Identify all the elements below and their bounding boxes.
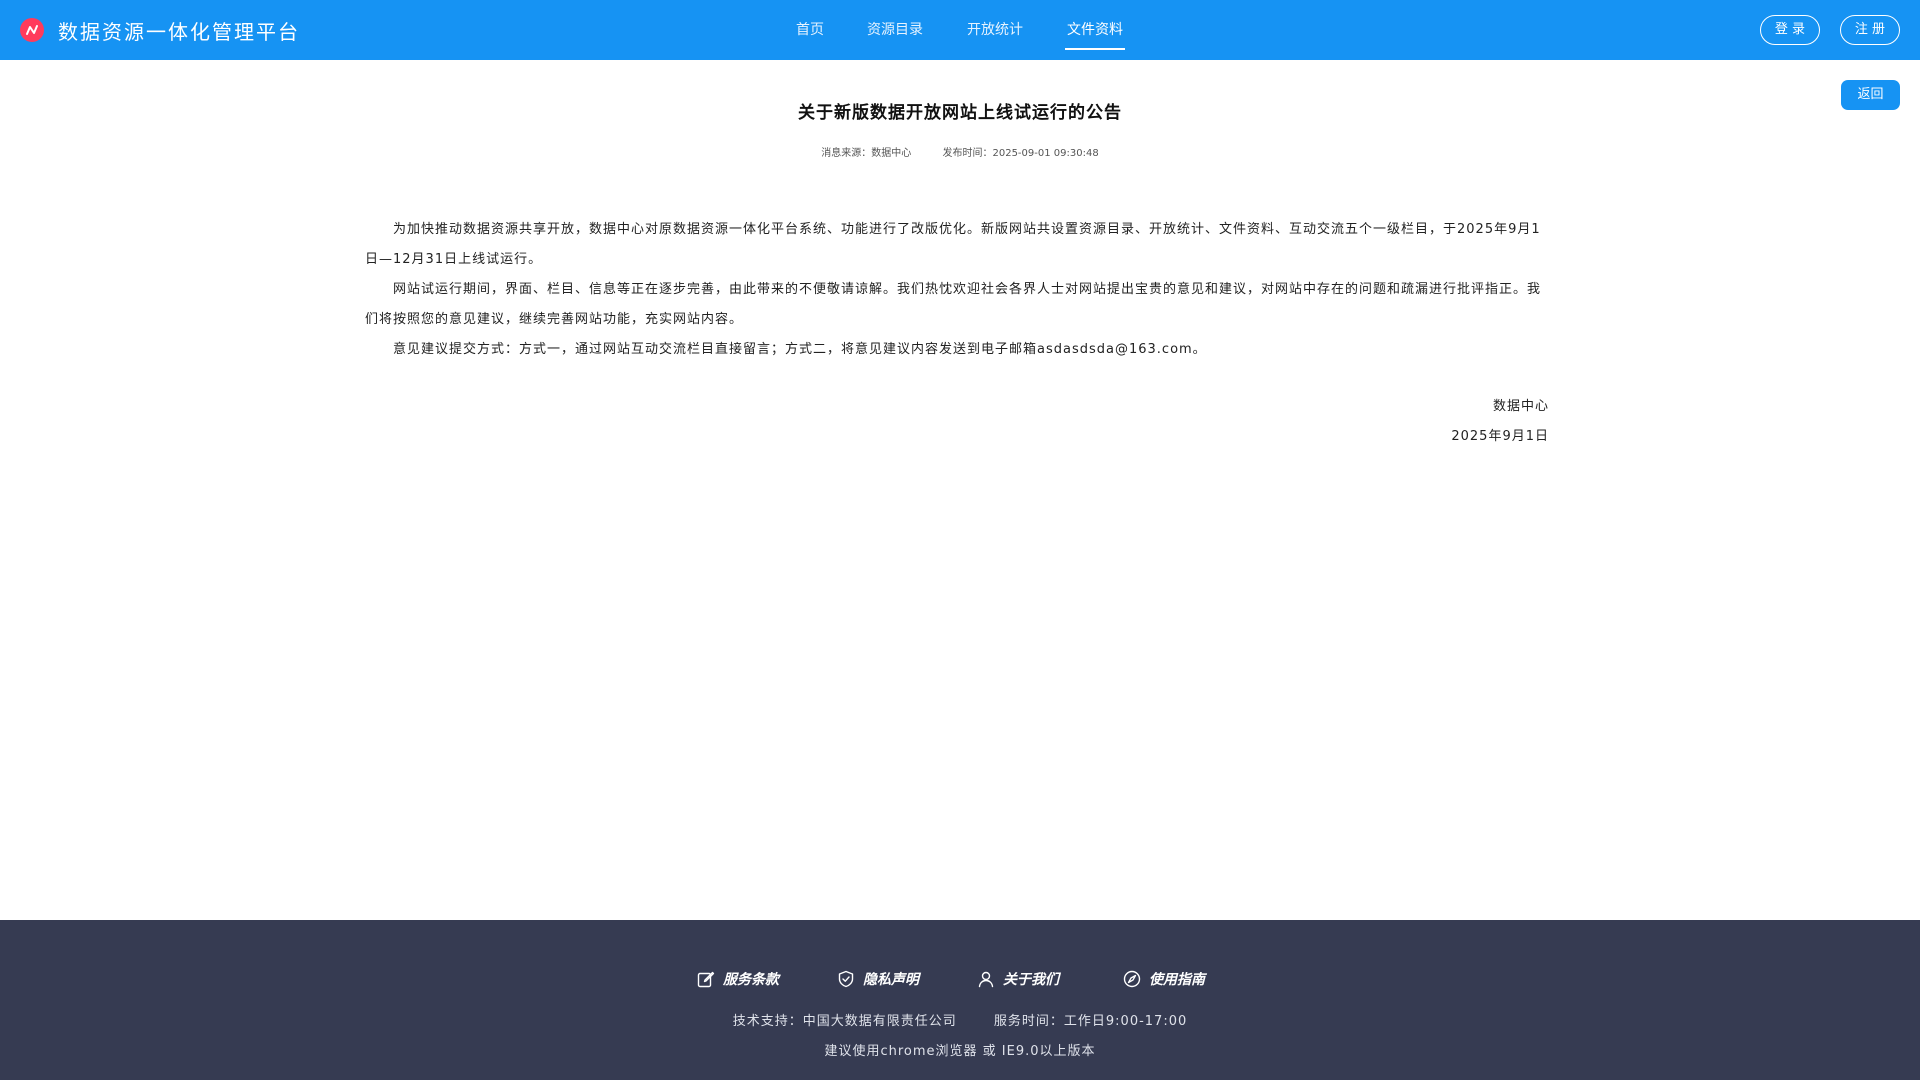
nav-item-open-statistics[interactable]: 开放统计 [967,0,1023,60]
signature-date: 2025年9月1日 [1451,429,1549,444]
footer-service-time: 服务时间：工作日9:00-17:00 [993,1014,1188,1029]
article-paragraph: 意见建议提交方式：方式一，通过网站互动交流栏目直接留言；方式二，将意见建议内容发… [393,342,1207,357]
page-footer: 服务条款 隐私声明 关于我们 使用指南 技术支持：中国大数据有限责任公司 服务时… [0,920,1920,1080]
main-nav: 首页 资源目录 开放统计 文件资料 [0,0,1920,60]
user-icon [978,971,994,988]
edit-icon [697,971,715,988]
footer-link-terms[interactable]: 服务条款 [697,964,779,994]
article-signature: 数据中心 2025年9月1日 [1451,392,1549,452]
article-paragraph: 为加快推动数据资源共享开放，数据中心对原数据资源一体化平台系统、功能进行了改版优… [365,222,1541,267]
compass-icon [1123,970,1141,988]
login-button[interactable]: 登 录 [1760,15,1820,45]
footer-link-label: 关于我们 [1003,972,1059,988]
footer-link-label: 隐私声明 [863,972,919,988]
nav-item-resource-catalog[interactable]: 资源目录 [867,0,923,60]
footer-links: 服务条款 隐私声明 关于我们 使用指南 [0,964,1920,994]
article-paragraph: 网站试运行期间，界面、栏目、信息等正在逐步完善，由此带来的不便敬请谅解。我们热忱… [365,282,1542,327]
footer-link-label: 服务条款 [723,972,779,988]
nav-item-documents[interactable]: 文件资料 [1065,0,1125,60]
footer-link-privacy[interactable]: 隐私声明 [837,964,919,994]
article-meta: 消息来源：数据中心 发布时间：2025-09-01 09:30:48 [0,144,1920,159]
footer-link-label: 使用指南 [1149,972,1205,988]
register-button[interactable]: 注 册 [1840,15,1900,45]
signature-org: 数据中心 [1492,399,1549,414]
nav-item-home[interactable]: 首页 [796,0,824,60]
shield-check-icon [838,970,854,988]
article-source: 消息来源：数据中心 [821,148,912,159]
footer-link-guide[interactable]: 使用指南 [1123,964,1205,994]
top-header: 数据资源一体化管理平台 首页 资源目录 开放统计 文件资料 登 录 注 册 [0,0,1920,60]
footer-tech-support: 技术支持：中国大数据有限责任公司 [732,1014,957,1029]
article-title: 关于新版数据开放网站上线试运行的公告 [798,103,1122,123]
article-body: 为加快推动数据资源共享开放，数据中心对原数据资源一体化平台系统、功能进行了改版优… [365,215,1549,365]
footer-link-about[interactable]: 关于我们 [977,964,1059,994]
article-publish-time: 发布时间：2025-09-01 09:30:48 [942,148,1099,159]
footer-browser-note: 建议使用chrome浏览器 或 IE9.0以上版本 [824,1044,1096,1059]
footer-info: 技术支持：中国大数据有限责任公司 服务时间：工作日9:00-17:00 [0,1010,1920,1029]
